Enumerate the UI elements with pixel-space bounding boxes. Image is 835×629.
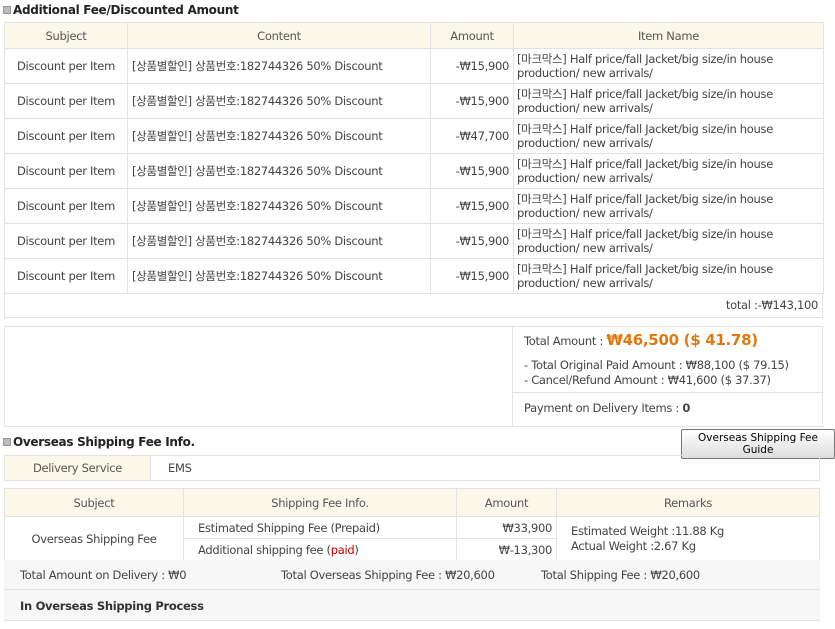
total-shipping-fee: Total Shipping Fee : ₩20,600 [541, 568, 700, 582]
row-amount: -₩47,700 [430, 118, 514, 154]
row-item-name[interactable]: [마크막스] Half price/fall Jacket/big size/i… [513, 83, 824, 119]
row-item-name[interactable]: [마크막스] Half price/fall Jacket/big size/i… [513, 258, 824, 294]
remarks: Estimated Weight :11.88 Kg Actual Weight… [556, 516, 820, 561]
estimated-fee-label: Estimated Shipping Fee (Prepaid) [183, 516, 457, 539]
pod-label: Payment on Delivery Items : [524, 401, 683, 415]
paid-status: paid [330, 542, 355, 557]
additional-fee-label: Additional shipping fee (paid) [183, 538, 457, 561]
header-shipping-fee-info: Shipping Fee Info. [183, 488, 457, 517]
table-row: Discount per Item [상품별할인] 상품번호:182744326… [4, 258, 824, 294]
total-on-delivery: Total Amount on Delivery : ₩0 [20, 568, 187, 582]
shipping-status: In Overseas Shipping Process [4, 590, 820, 621]
row-content: [상품별할인] 상품번호:182744326 50% Discount [127, 153, 431, 189]
bullet-icon [3, 438, 11, 446]
row-amount: -₩15,900 [430, 258, 514, 294]
table-row: Discount per Item [상품별할인] 상품번호:182744326… [4, 223, 824, 259]
total-amount-label: Total Amount : [524, 334, 607, 348]
additional-fee-text: Additional shipping fee ( [198, 542, 331, 557]
row-item-name[interactable]: [마크막스] Half price/fall Jacket/big size/i… [513, 188, 824, 224]
header-amount: Amount [430, 22, 514, 49]
shipping-subject: Overseas Shipping Fee [4, 516, 184, 561]
row-content: [상품별할인] 상품번호:182744326 50% Discount [127, 118, 431, 154]
header-subject: Subject [4, 22, 128, 49]
row-amount: -₩15,900 [430, 188, 514, 224]
section-title-text: Overseas Shipping Fee Info. [13, 435, 195, 449]
delivery-service-label: Delivery Service [4, 455, 151, 481]
pod-value: 0 [682, 401, 691, 415]
row-item-name[interactable]: [마크막스] Half price/fall Jacket/big size/i… [513, 153, 824, 189]
row-subject: Discount per Item [4, 83, 128, 119]
paren: ) [354, 542, 359, 557]
additional-fee-amount: ₩-13,300 [456, 538, 557, 561]
row-content: [상품별할인] 상품번호:182744326 50% Discount [127, 83, 431, 119]
shipping-totals: Total Amount on Delivery : ₩0 Total Over… [4, 560, 820, 590]
cancel-refund: - Cancel/Refund Amount : ₩41,600 ($ 37.3… [524, 373, 771, 387]
row-content: [상품별할인] 상품번호:182744326 50% Discount [127, 258, 431, 294]
discount-table: Subject Content Amount Item Name Discoun… [4, 22, 824, 294]
delivery-service-value: EMS [150, 455, 820, 481]
header-remarks: Remarks [556, 488, 820, 517]
row-content: [상품별할인] 상품번호:182744326 50% Discount [127, 188, 431, 224]
table-row: Discount per Item [상품별할인] 상품번호:182744326… [4, 153, 824, 189]
row-amount: -₩15,900 [430, 48, 514, 84]
row-subject: Discount per Item [4, 118, 128, 154]
discount-section-title: Additional Fee/Discounted Amount [3, 3, 239, 17]
row-subject: Discount per Item [4, 153, 128, 189]
original-paid: - Total Original Paid Amount : ₩88,100 (… [524, 358, 789, 372]
summary-box: Total Amount : ₩46,500 ($ 41.78) - Total… [512, 326, 823, 427]
row-item-name[interactable]: [마크막스] Half price/fall Jacket/big size/i… [513, 223, 824, 259]
row-content: [상품별할인] 상품번호:182744326 50% Discount [127, 48, 431, 84]
shipping-section-title: Overseas Shipping Fee Info. [3, 435, 195, 449]
table-row: Discount per Item [상품별할인] 상품번호:182744326… [4, 118, 824, 154]
section-title-text: Additional Fee/Discounted Amount [13, 3, 239, 17]
shipping-fee-table: Subject Shipping Fee Info. Amount Remark… [4, 488, 820, 561]
actual-weight: Actual Weight :2.67 Kg [571, 538, 696, 553]
table-row: Discount per Item [상품별할인] 상품번호:182744326… [4, 48, 824, 84]
total-overseas-shipping: Total Overseas Shipping Fee : ₩20,600 [281, 568, 495, 582]
header-amount: Amount [456, 488, 557, 517]
row-subject: Discount per Item [4, 48, 128, 84]
row-subject: Discount per Item [4, 188, 128, 224]
bullet-icon [3, 6, 11, 14]
row-content: [상품별할인] 상품번호:182744326 50% Discount [127, 223, 431, 259]
table-row: Discount per Item [상품별할인] 상품번호:182744326… [4, 83, 824, 119]
table-row: Discount per Item [상품별할인] 상품번호:182744326… [4, 188, 824, 224]
row-amount: -₩15,900 [430, 153, 514, 189]
header-content: Content [127, 22, 431, 49]
header-item-name: Item Name [513, 22, 824, 49]
row-subject: Discount per Item [4, 223, 128, 259]
row-subject: Discount per Item [4, 258, 128, 294]
row-item-name[interactable]: [마크막스] Half price/fall Jacket/big size/i… [513, 118, 824, 154]
total-amount-value: ₩46,500 ($ 41.78) [606, 331, 758, 349]
header-subject: Subject [4, 488, 184, 517]
estimated-fee-amount: ₩33,900 [456, 516, 557, 539]
summary-blank [4, 326, 513, 427]
row-amount: -₩15,900 [430, 223, 514, 259]
discount-total: total :-₩143,100 [4, 293, 823, 318]
row-amount: -₩15,900 [430, 83, 514, 119]
delivery-service-table: Delivery Service EMS [4, 455, 820, 481]
row-item-name[interactable]: [마크막스] Half price/fall Jacket/big size/i… [513, 48, 824, 84]
estimated-weight: Estimated Weight :11.88 Kg [571, 523, 724, 538]
